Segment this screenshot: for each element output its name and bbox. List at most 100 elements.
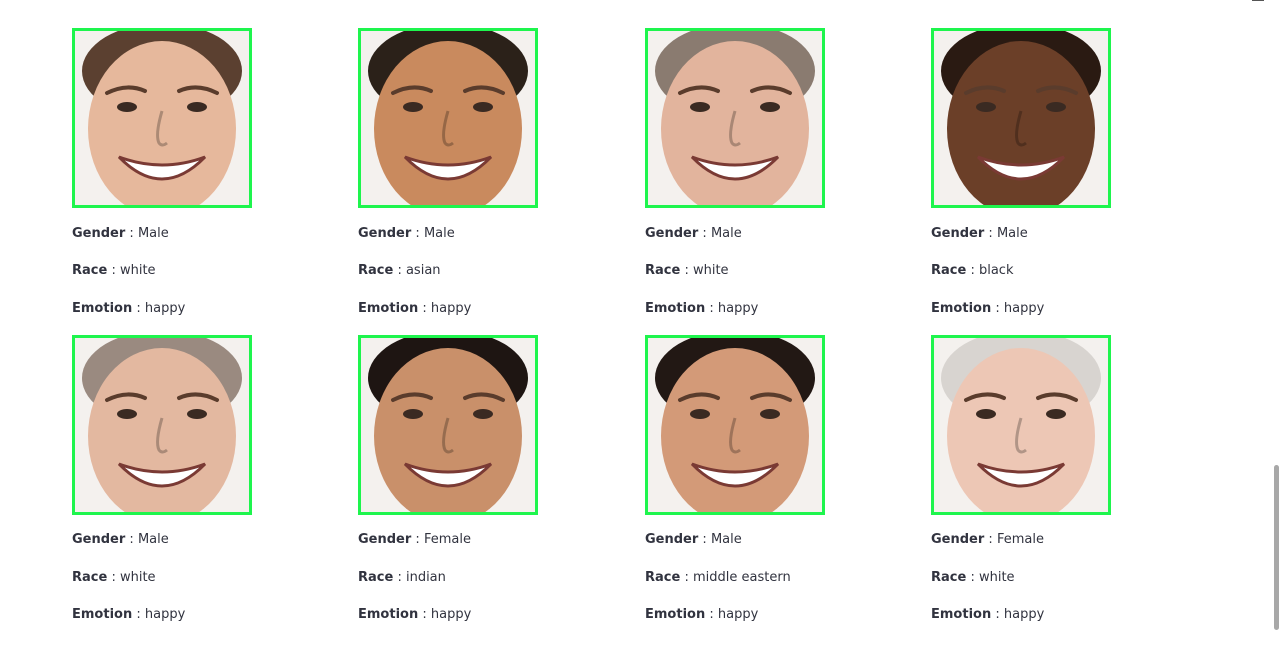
race-value: white <box>692 263 729 278</box>
gender-line: Gender : Male <box>72 532 169 547</box>
emotion-key: Emotion <box>358 301 419 316</box>
emotion-key: Emotion <box>645 607 706 622</box>
gender-key: Gender <box>931 226 985 241</box>
emotion-value: happy <box>717 607 759 622</box>
scrollbar[interactable] <box>1272 0 1280 665</box>
gender-line: Gender : Male <box>645 532 742 547</box>
face-illustration <box>361 31 535 205</box>
gender-line: Gender : Male <box>931 226 1028 241</box>
race-line: Race : white <box>72 570 156 585</box>
emotion-value: happy <box>717 301 759 316</box>
race-line: Race : asian <box>358 263 441 278</box>
emotion-line: Emotion : happy <box>72 301 186 316</box>
emotion-line: Emotion : happy <box>931 301 1045 316</box>
race-key: Race <box>358 570 394 585</box>
face-illustration <box>75 31 249 205</box>
face-illustration <box>648 338 822 512</box>
gender-key: Gender <box>931 532 985 547</box>
face-illustration <box>648 31 822 205</box>
race-line: Race : white <box>931 570 1015 585</box>
face-illustration <box>361 338 535 512</box>
face-card: Gender : Female Race : white Emotion : h… <box>931 335 1131 622</box>
race-value: white <box>978 570 1015 585</box>
emotion-key: Emotion <box>72 607 133 622</box>
gender-line: Gender : Female <box>931 532 1044 547</box>
face-image <box>931 335 1111 515</box>
race-key: Race <box>645 570 681 585</box>
chevron-icon[interactable]: › <box>14 0 26 4</box>
emotion-value: happy <box>430 607 472 622</box>
face-illustration <box>934 31 1108 205</box>
menu-icon[interactable] <box>1252 0 1264 3</box>
gender-line: Gender : Female <box>358 532 471 547</box>
race-value: asian <box>405 263 441 278</box>
gender-value: Male <box>996 226 1028 241</box>
emotion-key: Emotion <box>358 607 419 622</box>
gender-line: Gender : Male <box>358 226 455 241</box>
results-page: › Gender : Male Race : white Emotion : h… <box>0 0 1280 665</box>
race-key: Race <box>645 263 681 278</box>
face-image <box>72 335 252 515</box>
emotion-value: happy <box>144 607 186 622</box>
face-card: Gender : Male Race : white Emotion : hap… <box>72 335 272 622</box>
face-illustration <box>934 338 1108 512</box>
gender-key: Gender <box>72 226 126 241</box>
emotion-line: Emotion : happy <box>931 607 1045 622</box>
race-key: Race <box>931 263 967 278</box>
gender-value: Female <box>996 532 1044 547</box>
race-line: Race : white <box>645 263 729 278</box>
gender-key: Gender <box>645 226 699 241</box>
gender-value: Male <box>137 532 169 547</box>
gender-value: Male <box>137 226 169 241</box>
emotion-value: happy <box>144 301 186 316</box>
race-value: middle eastern <box>692 570 791 585</box>
race-value: white <box>119 570 156 585</box>
race-value: black <box>978 263 1014 278</box>
gender-line: Gender : Male <box>72 226 169 241</box>
face-image <box>931 28 1111 208</box>
race-line: Race : black <box>931 263 1014 278</box>
race-value: white <box>119 263 156 278</box>
scrollbar-thumb[interactable] <box>1274 465 1279 630</box>
race-line: Race : middle eastern <box>645 570 791 585</box>
emotion-key: Emotion <box>931 301 992 316</box>
face-card: Gender : Male Race : middle eastern Emot… <box>645 335 845 622</box>
emotion-value: happy <box>430 301 472 316</box>
face-card: Gender : Male Race : white Emotion : hap… <box>72 28 272 316</box>
face-image <box>645 335 825 515</box>
gender-value: Male <box>423 226 455 241</box>
face-image <box>72 28 252 208</box>
emotion-key: Emotion <box>72 301 133 316</box>
gender-key: Gender <box>72 532 126 547</box>
gender-value: Male <box>710 532 742 547</box>
emotion-key: Emotion <box>931 607 992 622</box>
gender-key: Gender <box>358 532 412 547</box>
race-key: Race <box>72 263 108 278</box>
race-key: Race <box>72 570 108 585</box>
face-image <box>358 28 538 208</box>
face-image <box>645 28 825 208</box>
face-card: Gender : Male Race : asian Emotion : hap… <box>358 28 558 316</box>
face-card: Gender : Male Race : black Emotion : hap… <box>931 28 1131 316</box>
emotion-line: Emotion : happy <box>645 607 759 622</box>
emotion-line: Emotion : happy <box>72 607 186 622</box>
race-key: Race <box>358 263 394 278</box>
race-value: indian <box>405 570 446 585</box>
emotion-line: Emotion : happy <box>358 607 472 622</box>
gender-key: Gender <box>358 226 412 241</box>
emotion-value: happy <box>1003 301 1045 316</box>
gender-value: Male <box>710 226 742 241</box>
gender-key: Gender <box>645 532 699 547</box>
emotion-line: Emotion : happy <box>358 301 472 316</box>
face-card: Gender : Female Race : indian Emotion : … <box>358 335 558 622</box>
emotion-key: Emotion <box>645 301 706 316</box>
race-line: Race : indian <box>358 570 446 585</box>
gender-value: Female <box>423 532 471 547</box>
face-illustration <box>75 338 249 512</box>
face-card: Gender : Male Race : white Emotion : hap… <box>645 28 845 316</box>
race-key: Race <box>931 570 967 585</box>
race-line: Race : white <box>72 263 156 278</box>
gender-line: Gender : Male <box>645 226 742 241</box>
emotion-line: Emotion : happy <box>645 301 759 316</box>
emotion-value: happy <box>1003 607 1045 622</box>
